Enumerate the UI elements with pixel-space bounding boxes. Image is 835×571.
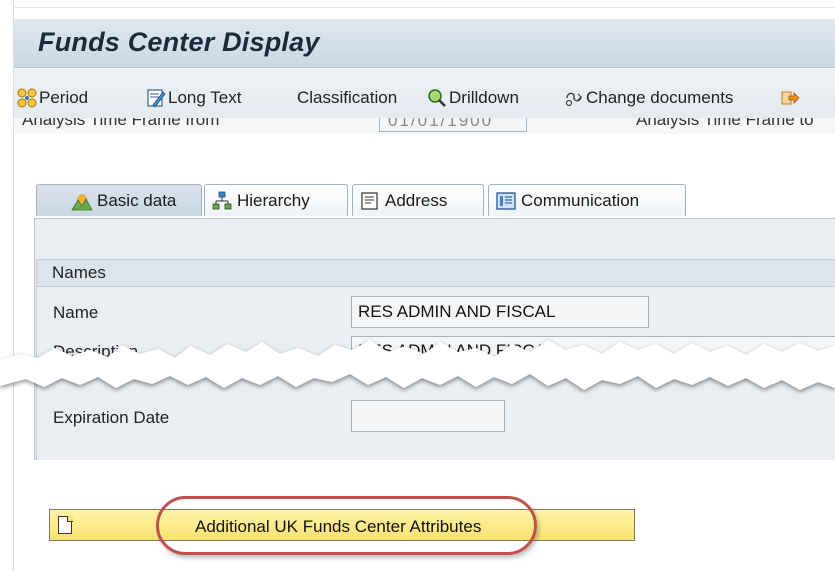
exit-arrow-icon <box>780 88 800 108</box>
names-group-header: Names <box>37 260 835 287</box>
analysis-to-label: Analysis Time Frame to <box>636 118 814 129</box>
hierarchy-icon <box>211 191 233 211</box>
long-text-label: Long Text <box>168 88 242 107</box>
analysis-from-label: Analysis Time Frame from <box>22 118 220 129</box>
tab-hierarchy-label: Hierarchy <box>237 190 310 210</box>
communication-icon <box>495 191 517 211</box>
title-bar: Funds Center Display <box>14 19 835 68</box>
tab-address-label: Address <box>385 190 448 210</box>
period-icon <box>17 88 37 108</box>
additional-attributes-button[interactable]: Additional UK Funds Center Attributes <box>49 509 635 541</box>
tab-communication[interactable]: Communication <box>488 184 686 216</box>
change-documents-icon <box>564 88 584 108</box>
tab-basic-data-label: Basic data <box>97 190 177 210</box>
torn-edge-overlay <box>0 340 835 390</box>
classification-label: Classification <box>297 88 398 107</box>
period-button[interactable]: Period <box>17 86 88 110</box>
names-group-title: Names <box>52 263 106 282</box>
change-documents-label: Change documents <box>586 88 734 107</box>
classification-button[interactable]: Classification <box>297 86 397 110</box>
period-label: Period <box>39 88 89 107</box>
tab-hierarchy[interactable]: Hierarchy <box>204 184 348 216</box>
address-icon <box>359 191 381 211</box>
page-title: Funds Center Display <box>38 27 320 57</box>
document-icon <box>58 515 73 534</box>
tab-communication-label: Communication <box>521 190 640 210</box>
tab-basic-data[interactable]: Basic data <box>36 184 202 216</box>
analysis-time-frame-row: Analysis Time Frame from 01/01/1900 Anal… <box>14 118 835 134</box>
tab-address[interactable]: Address <box>352 184 484 216</box>
drilldown-label: Drilldown <box>449 88 519 107</box>
name-field[interactable]: RES ADMIN AND FISCAL <box>351 296 649 328</box>
expiration-date-label: Expiration Date <box>53 408 170 427</box>
change-documents-button[interactable]: Change documents <box>564 86 733 110</box>
exit-arrow-button[interactable] <box>780 86 802 110</box>
application-toolbar: Period Long Text Classification Drilldow… <box>14 68 835 124</box>
name-label: Name <box>53 303 99 322</box>
analysis-from-field[interactable]: 01/01/1900 <box>379 118 527 132</box>
additional-attributes-label: Additional UK Funds Center Attributes <box>195 517 482 536</box>
long-text-button[interactable]: Long Text <box>146 86 241 110</box>
frame-border-top <box>13 7 835 8</box>
basic-data-icon <box>71 191 93 211</box>
drilldown-button[interactable]: Drilldown <box>427 86 519 110</box>
long-text-icon <box>146 88 166 108</box>
drilldown-icon <box>427 88 447 108</box>
